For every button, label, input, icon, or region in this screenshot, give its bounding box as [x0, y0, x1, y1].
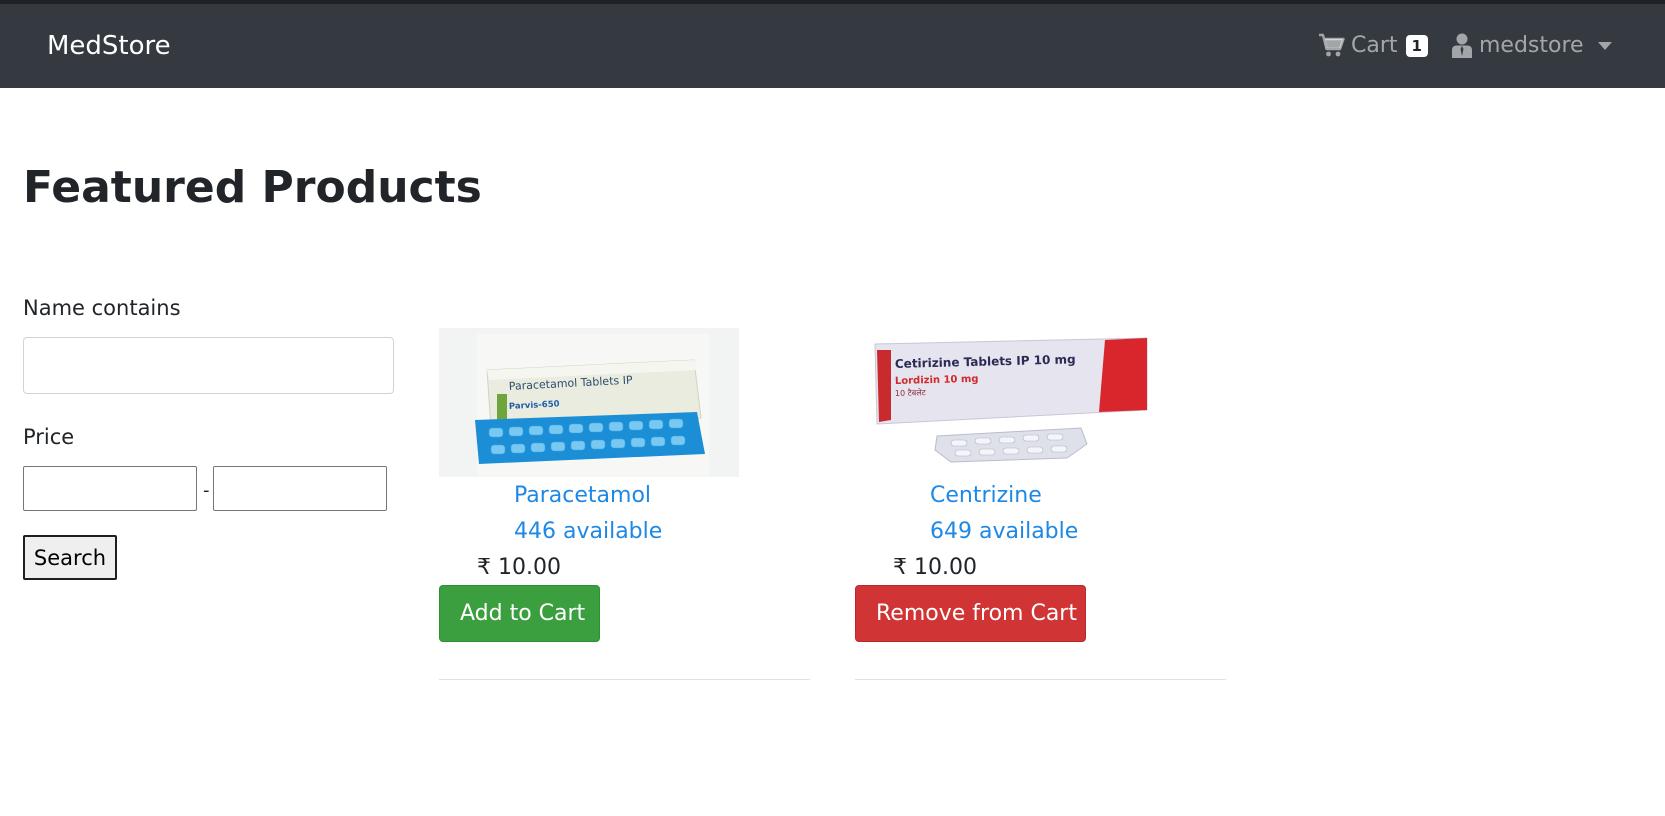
price-min-input[interactable] — [23, 466, 197, 511]
product-image[interactable]: Paracetamol Tablets IP Parvis-650 — [439, 328, 739, 477]
cart-label: Cart — [1351, 33, 1398, 58]
cart-link[interactable]: Cart 1 — [1318, 33, 1428, 58]
price-max-input[interactable] — [213, 466, 387, 511]
product-name-link[interactable]: Paracetamol — [514, 483, 651, 508]
page-title: Featured Products — [23, 162, 482, 213]
price-separator: - — [203, 480, 210, 501]
remove-from-cart-button[interactable]: Remove from Cart — [855, 585, 1086, 642]
navbar: MedStore Cart 1 medstore — [0, 4, 1665, 88]
product-price: ₹ 10.00 — [477, 555, 561, 580]
name-search-input[interactable] — [23, 337, 394, 394]
add-to-cart-button[interactable]: Add to Cart — [439, 585, 600, 642]
brand-link[interactable]: MedStore — [47, 31, 171, 61]
product-stock[interactable]: 446 available — [514, 519, 662, 544]
name-filter-label: Name contains — [23, 296, 181, 320]
price-filter-label: Price — [23, 425, 75, 449]
product-name-link[interactable]: Centrizine — [930, 483, 1042, 508]
product-card: Cetirizine Tablets IP 10 mg Lordizin 10 … — [855, 328, 1226, 680]
shopping-cart-icon — [1319, 33, 1345, 57]
product-image[interactable]: Cetirizine Tablets IP 10 mg Lordizin 10 … — [855, 328, 1155, 477]
cart-count-badge: 1 — [1405, 34, 1428, 57]
chevron-down-icon — [1597, 41, 1612, 50]
packaging-print-count: 10 टैबलेट — [895, 387, 927, 398]
product-price: ₹ 10.00 — [893, 555, 977, 580]
search-button[interactable]: Search — [23, 535, 117, 580]
user-icon — [1452, 33, 1472, 58]
username: medstore — [1479, 33, 1584, 58]
product-card: Paracetamol Tablets IP Parvis-650 Parace… — [439, 328, 810, 680]
packaging-print-brand: Lordizin 10 mg — [895, 374, 979, 387]
product-stock[interactable]: 649 available — [930, 519, 1078, 544]
user-menu-toggle[interactable]: medstore — [1451, 33, 1612, 58]
